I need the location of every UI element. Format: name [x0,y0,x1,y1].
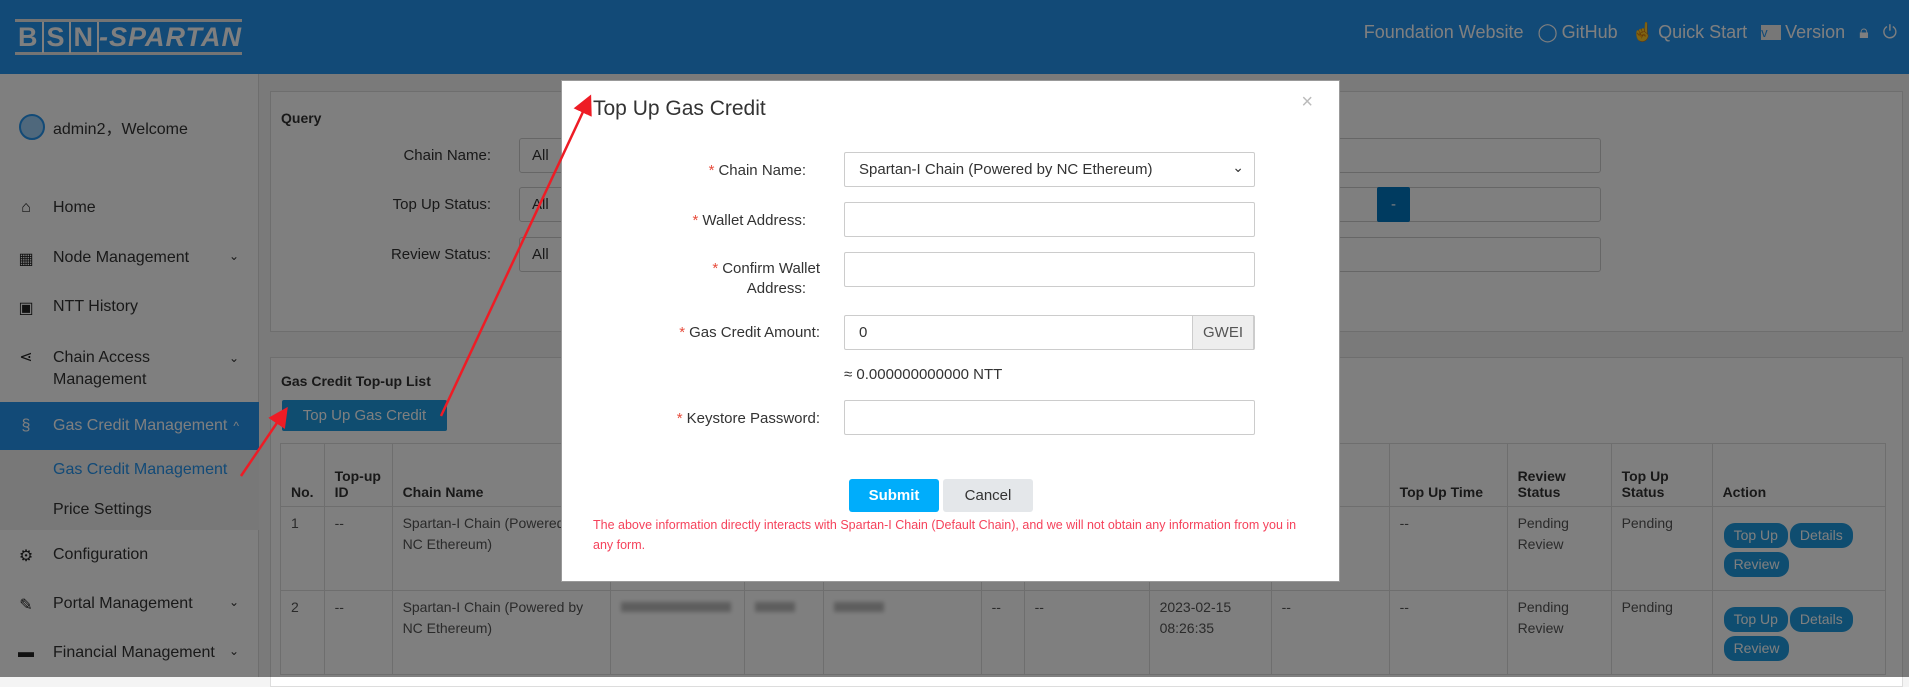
annotation-arrow [439,94,592,417]
annotation-arrows [239,94,592,477]
annotation-arrow [239,406,288,477]
